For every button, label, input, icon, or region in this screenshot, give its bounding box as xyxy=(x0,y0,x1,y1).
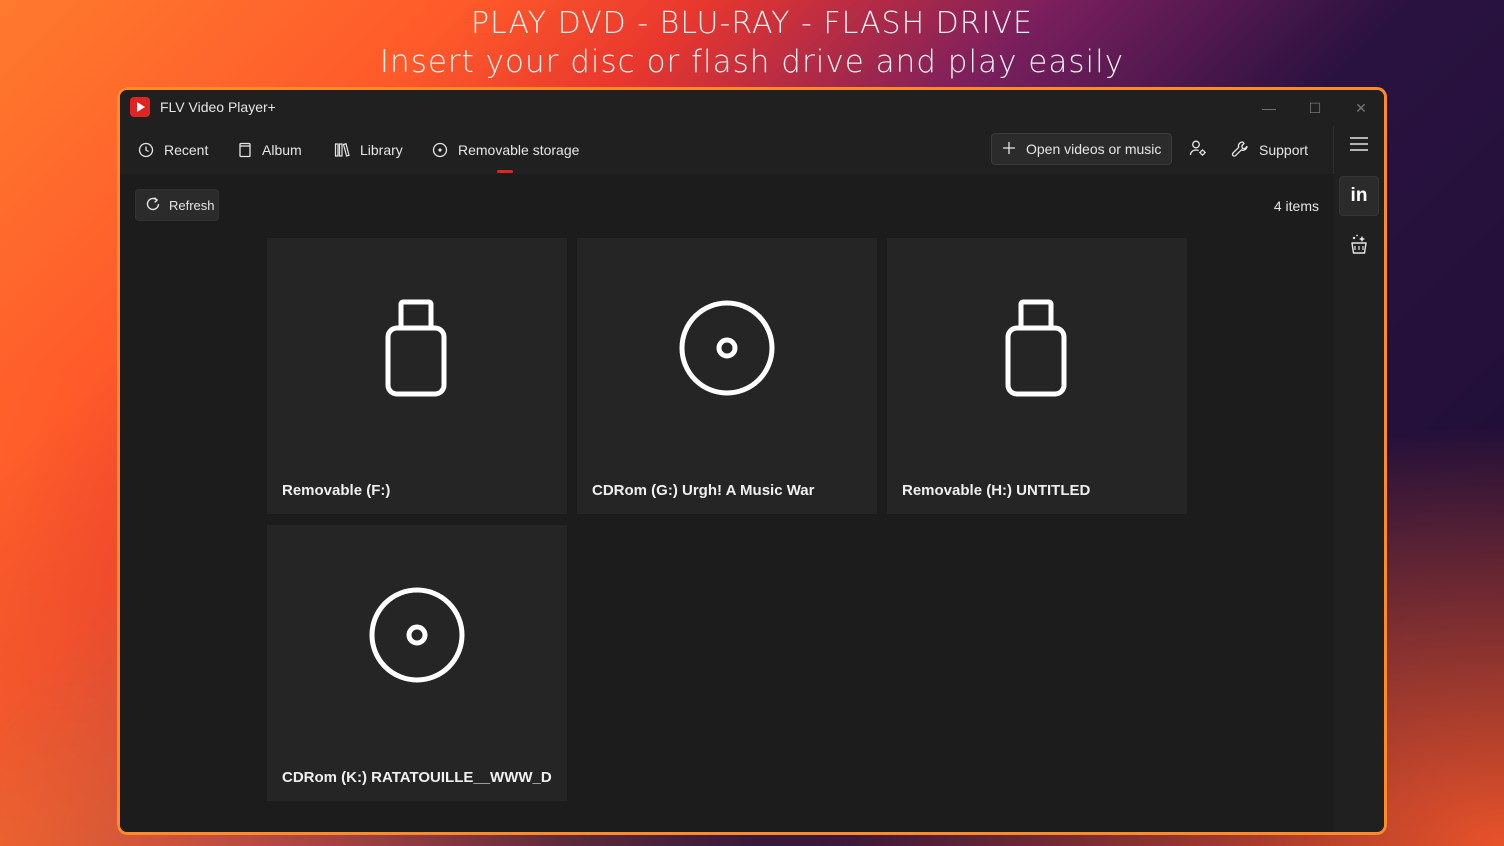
active-tab-indicator xyxy=(497,170,513,173)
library-icon xyxy=(334,142,350,158)
storage-label: CDRom (K:) RATATOUILLE__WWW_DVD xyxy=(282,769,552,786)
nav-library[interactable]: Library xyxy=(334,126,403,174)
nav-album[interactable]: Album xyxy=(238,126,302,174)
app-window: FLV Video Player+ — ☐ ✕ Recent Album Lib… xyxy=(117,87,1387,835)
open-videos-button[interactable]: Open videos or music xyxy=(991,133,1172,165)
usb-drive-icon xyxy=(367,293,467,403)
nav-album-label: Album xyxy=(262,142,302,158)
storage-tile[interactable]: Removable (F:) xyxy=(267,238,567,514)
right-sidebar: in xyxy=(1333,126,1384,832)
disc-icon xyxy=(677,293,777,403)
clock-icon xyxy=(138,142,154,158)
hamburger-menu-icon xyxy=(1349,136,1369,157)
support-button[interactable]: Support xyxy=(1231,126,1308,174)
refresh-label: Refresh xyxy=(169,197,215,213)
banner-subheadline: Insert your disc or flash drive and play… xyxy=(379,44,1125,80)
storage-label: CDRom (G:) Urgh! A Music War xyxy=(592,482,815,499)
app-logo-icon xyxy=(130,97,150,117)
title-bar: FLV Video Player+ — ☐ ✕ xyxy=(120,90,1384,126)
user-gear-icon xyxy=(1189,139,1207,162)
menu-button[interactable] xyxy=(1339,126,1379,166)
album-icon xyxy=(238,142,252,158)
banner-headline: PLAY DVD - BLU-RAY - FLASH DRIVE xyxy=(471,6,1033,41)
support-label: Support xyxy=(1259,142,1309,158)
close-button[interactable]: ✕ xyxy=(1341,96,1381,120)
nav-recent-label: Recent xyxy=(164,142,209,158)
open-videos-label: Open videos or music xyxy=(1026,141,1162,157)
nav-removable-label: Removable storage xyxy=(458,142,580,158)
disc-icon xyxy=(367,580,467,690)
linkedin-button[interactable]: in xyxy=(1339,176,1379,216)
disc-small-icon xyxy=(432,142,448,158)
nav-recent[interactable]: Recent xyxy=(138,126,208,174)
app-title: FLV Video Player+ xyxy=(160,99,276,115)
linkedin-icon: in xyxy=(1350,185,1368,206)
wrench-icon xyxy=(1231,140,1249,161)
storage-tile[interactable]: Removable (H:) UNTITLED xyxy=(887,238,1187,514)
account-settings-button[interactable] xyxy=(1186,138,1210,162)
storage-label: Removable (H:) UNTITLED xyxy=(902,482,1091,499)
minimize-button[interactable]: — xyxy=(1249,96,1289,120)
storage-tile[interactable]: CDRom (K:) RATATOUILLE__WWW_DVD xyxy=(267,525,567,801)
refresh-icon xyxy=(145,196,161,215)
maximize-button[interactable]: ☐ xyxy=(1295,96,1335,120)
toolbar: Recent Album Library Removable storage O… xyxy=(120,126,1334,174)
item-count: 4 items xyxy=(1273,198,1319,214)
nav-library-label: Library xyxy=(360,142,403,158)
storage-content: Refresh 4 items Removable (F:) CDRom (G:… xyxy=(120,174,1334,832)
broom-sparkle-icon xyxy=(1348,233,1370,260)
cleanup-button[interactable] xyxy=(1339,226,1379,266)
refresh-button[interactable]: Refresh xyxy=(135,189,219,221)
storage-tile[interactable]: CDRom (G:) Urgh! A Music War xyxy=(577,238,877,514)
plus-icon xyxy=(1002,141,1016,158)
nav-removable-storage[interactable]: Removable storage xyxy=(432,126,579,174)
storage-label: Removable (F:) xyxy=(282,482,391,499)
usb-drive-icon xyxy=(987,293,1087,403)
